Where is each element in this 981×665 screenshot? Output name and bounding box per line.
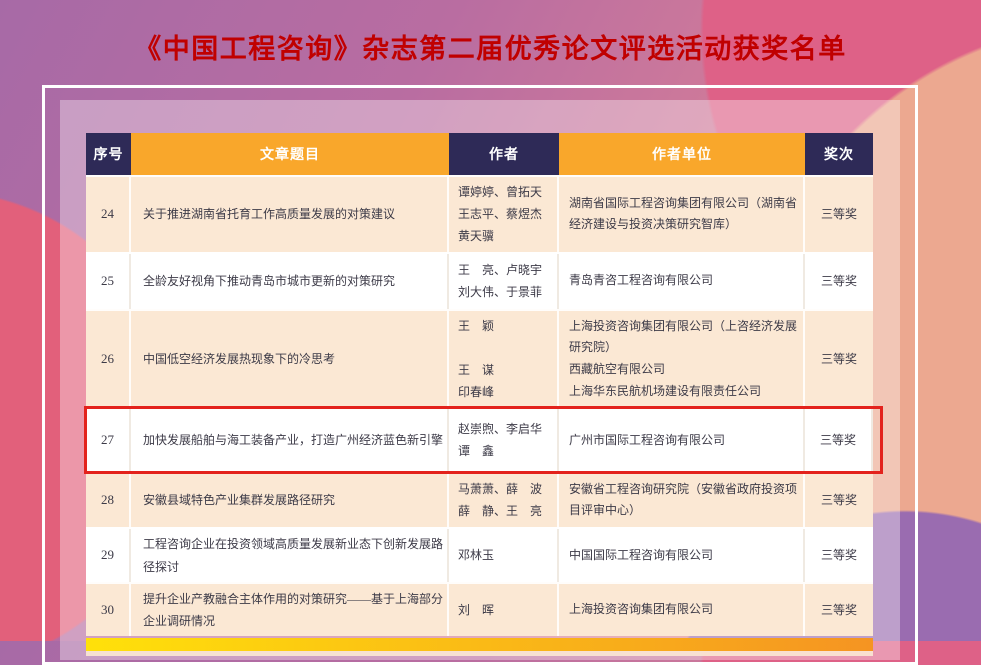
award-level: 三等奖 [805,584,873,636]
award-level: 三等奖 [805,177,873,252]
award-table: 序号文章题目作者作者单位奖次 24 关于推进湖南省托育工作高质量发展的对策建议 … [86,133,873,656]
table-row: 26 中国低空经济发展热现象下的冷思考 王 颖 王 谋 印春峰 上海投资咨询集团… [86,309,873,408]
article-title: 全龄友好视角下推动青岛市城市更新的对策研究 [131,254,449,309]
table-row: 28 安徽县域特色产业集群发展路径研究 马萧萧、薛 波 薛 静、王 亮 安徽省工… [86,471,873,527]
column-header: 作者单位 [559,133,805,175]
authors: 刘 晖 [449,584,559,636]
table-body: 24 关于推进湖南省托育工作高质量发展的对策建议 谭婷婷、曾拓天 王志平、蔡煜杰… [86,175,873,636]
author-organization: 湖南省国际工程咨询集团有限公司（湖南省经济建设与投资决策研究智库） [559,177,805,252]
row-number: 25 [86,254,131,309]
row-number: 30 [86,584,131,636]
award-level: 三等奖 [805,254,873,309]
author-organization: 广州市国际工程咨询有限公司 [559,409,805,471]
authors: 王 亮、卢晓宇 刘大伟、于景菲 [449,254,559,309]
table-row: 29 工程咨询企业在投资领域高质量发展新业态下创新发展路径探讨 邓林玉 中国国际… [86,527,873,581]
author-organization: 上海投资咨询集团有限公司 [559,584,805,636]
table-row: 25 全龄友好视角下推动青岛市城市更新的对策研究 王 亮、卢晓宇 刘大伟、于景菲… [86,252,873,309]
row-number: 27 [86,409,131,471]
author-organization: 青岛青咨工程咨询有限公司 [559,254,805,309]
row-number: 26 [86,311,131,408]
authors: 王 颖 王 谋 印春峰 [449,311,559,408]
column-header: 文章题目 [131,133,449,175]
authors: 马萧萧、薛 波 薛 静、王 亮 [449,473,559,527]
article-title: 关于推进湖南省托育工作高质量发展的对策建议 [131,177,449,252]
author-organization: 上海投资咨询集团有限公司（上咨经济发展研究院） 西藏航空有限公司 上海华东民航机… [559,311,805,408]
author-organization: 中国国际工程咨询有限公司 [559,529,805,581]
article-title: 加快发展船舶与海工装备产业，打造广州经济蓝色新引擎 [131,409,449,471]
column-header: 作者 [449,133,559,175]
award-level: 三等奖 [805,473,873,527]
authors: 赵崇煦、李启华 谭 鑫 [449,409,559,471]
award-level: 三等奖 [805,311,873,408]
row-number: 24 [86,177,131,252]
award-level: 三等奖 [805,409,873,471]
column-header: 奖次 [805,133,873,175]
table-row: 24 关于推进湖南省托育工作高质量发展的对策建议 谭婷婷、曾拓天 王志平、蔡煜杰… [86,175,873,252]
article-title: 安徽县域特色产业集群发展路径研究 [131,473,449,527]
authors: 邓林玉 [449,529,559,581]
table-row: 30 提升企业产教融合主体作用的对策研究——基于上海部分企业调研情况 刘 晖 上… [86,582,873,636]
article-title: 中国低空经济发展热现象下的冷思考 [131,311,449,408]
page-title: 《中国工程咨询》杂志第二届优秀论文评选活动获奖名单 [0,27,981,66]
article-title: 工程咨询企业在投资领域高质量发展新业态下创新发展路径探讨 [131,529,449,581]
row-number: 28 [86,473,131,527]
article-title: 提升企业产教融合主体作用的对策研究——基于上海部分企业调研情况 [131,584,449,636]
table-row: 27 加快发展船舶与海工装备产业，打造广州经济蓝色新引擎 赵崇煦、李启华 谭 鑫… [86,407,873,471]
column-header: 序号 [86,133,131,175]
author-organization: 安徽省工程咨询研究院（安徽省政府投资项目评审中心） [559,473,805,527]
row-number: 29 [86,529,131,581]
table-header-row: 序号文章题目作者作者单位奖次 [86,133,873,175]
tier-separator-bar [86,638,873,651]
award-level: 三等奖 [805,529,873,581]
cutoff-row [86,651,873,656]
authors: 谭婷婷、曾拓天 王志平、蔡煜杰 黄天骥 [449,177,559,252]
